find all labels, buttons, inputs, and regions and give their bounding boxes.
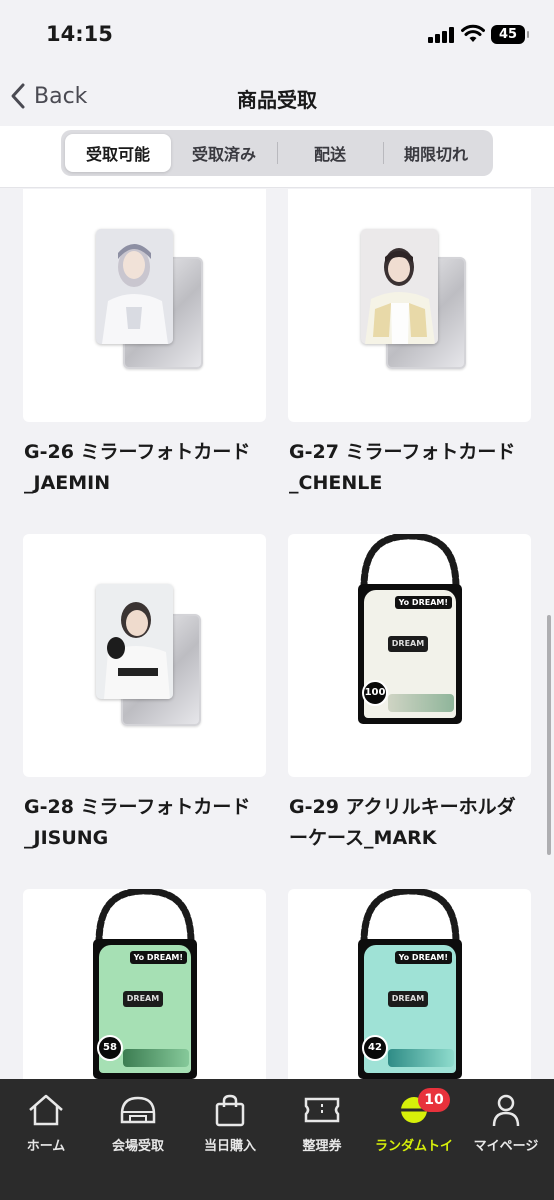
item-image bbox=[288, 189, 531, 422]
item-image: Yo DREAM! DREAM 100 bbox=[288, 534, 531, 777]
acrylic-keyholder-case: Yo DREAM! DREAM 100 bbox=[358, 584, 462, 724]
tab-my-page[interactable]: マイページ bbox=[460, 1091, 552, 1154]
battery-icon: 45 bbox=[491, 25, 529, 44]
item-name: G-27 ミラーフォトカード_CHENLE bbox=[289, 441, 516, 494]
keyholder-logo: DREAM bbox=[388, 991, 428, 1007]
item-card[interactable]: Yo DREAM! DREAM 42 bbox=[288, 889, 531, 1079]
keyholder-signature bbox=[388, 694, 454, 712]
item-card[interactable]: G-27 ミラーフォトカード_CHENLE bbox=[288, 189, 531, 499]
item-name: G-28 ミラーフォトカード_JISUNG bbox=[24, 796, 251, 849]
item-card[interactable]: Yo DREAM! DREAM 100 G-29 アクリルキーホルダーケース_M… bbox=[288, 534, 531, 854]
tab-label: 整理券 bbox=[302, 1139, 342, 1154]
tab-venue-pickup[interactable]: 会場受取 bbox=[92, 1091, 184, 1154]
shopping-bag-icon bbox=[184, 1091, 276, 1129]
segment-received[interactable]: 受取済み bbox=[171, 134, 277, 172]
photocard-image bbox=[96, 584, 173, 699]
item-image bbox=[23, 534, 266, 777]
status-segmented-control: 受取可能 受取済み 配送 期限切れ bbox=[61, 130, 493, 176]
photocard-image bbox=[361, 229, 438, 344]
tab-home[interactable]: ホーム bbox=[0, 1091, 92, 1154]
ticket-icon bbox=[276, 1091, 368, 1129]
segment-receivable[interactable]: 受取可能 bbox=[65, 134, 171, 172]
item-grid: G-26 ミラーフォトカード_JAEMIN G-27 ミラーフォトカード_CHE… bbox=[0, 189, 554, 1079]
item-image bbox=[23, 189, 266, 422]
item-image: Yo DREAM! DREAM 58 bbox=[23, 889, 266, 1079]
keyholder-number: 42 bbox=[362, 1035, 388, 1061]
keyholder-tag: Yo DREAM! bbox=[394, 596, 452, 609]
keyholder-tag: Yo DREAM! bbox=[394, 951, 452, 964]
tab-label: 当日購入 bbox=[203, 1139, 256, 1154]
home-icon bbox=[0, 1091, 92, 1129]
tab-label: 会場受取 bbox=[111, 1139, 164, 1154]
notification-badge: 10 bbox=[418, 1088, 450, 1112]
page-title: 商品受取 bbox=[237, 88, 317, 112]
item-name: G-26 ミラーフォトカード_JAEMIN bbox=[24, 441, 251, 494]
bottom-tab-bar: ホーム 会場受取 当日購入 整理券 10 ランダムトイ マイページ bbox=[0, 1079, 554, 1200]
tab-label: ランダムトイ bbox=[374, 1139, 453, 1154]
keyholder-number: 100 bbox=[362, 680, 388, 706]
filter-bar: 受取可能 受取済み 配送 期限切れ bbox=[0, 126, 554, 188]
photocard-image bbox=[96, 229, 173, 344]
item-card[interactable]: Yo DREAM! DREAM 58 bbox=[23, 889, 266, 1079]
tab-ticket[interactable]: 整理券 bbox=[276, 1091, 368, 1154]
status-bar: 14:15 45 bbox=[0, 0, 554, 70]
item-image: Yo DREAM! DREAM 42 bbox=[288, 889, 531, 1079]
keyholder-logo: DREAM bbox=[388, 636, 428, 652]
keyholder-number: 58 bbox=[97, 1035, 123, 1061]
cellular-signal-icon bbox=[428, 27, 456, 43]
segment-expired[interactable]: 期限切れ bbox=[383, 134, 489, 172]
wifi-icon bbox=[461, 24, 485, 48]
person-icon bbox=[460, 1091, 552, 1129]
tab-random-toy[interactable]: 10 ランダムトイ bbox=[368, 1088, 460, 1154]
scrollbar[interactable] bbox=[547, 615, 551, 855]
item-card[interactable]: G-26 ミラーフォトカード_JAEMIN bbox=[23, 189, 266, 499]
keyholder-logo: DREAM bbox=[123, 991, 163, 1007]
item-card[interactable]: G-28 ミラーフォトカード_JISUNG bbox=[23, 534, 266, 854]
tab-same-day-purchase[interactable]: 当日購入 bbox=[184, 1091, 276, 1154]
navigation-bar: Back 商品受取 bbox=[0, 70, 554, 126]
tab-label: ホーム bbox=[26, 1139, 66, 1154]
segment-delivery[interactable]: 配送 bbox=[277, 134, 383, 172]
keyholder-tag: Yo DREAM! bbox=[129, 951, 187, 964]
tab-label: マイページ bbox=[473, 1139, 539, 1154]
acrylic-keyholder-case: Yo DREAM! DREAM 42 bbox=[358, 939, 462, 1079]
keyholder-signature bbox=[123, 1049, 189, 1067]
acrylic-keyholder-case: Yo DREAM! DREAM 58 bbox=[93, 939, 197, 1079]
keyholder-signature bbox=[388, 1049, 454, 1067]
venue-icon bbox=[92, 1091, 184, 1129]
item-name: G-29 アクリルキーホルダーケース_MARK bbox=[289, 796, 516, 849]
status-time: 14:15 bbox=[46, 22, 113, 46]
